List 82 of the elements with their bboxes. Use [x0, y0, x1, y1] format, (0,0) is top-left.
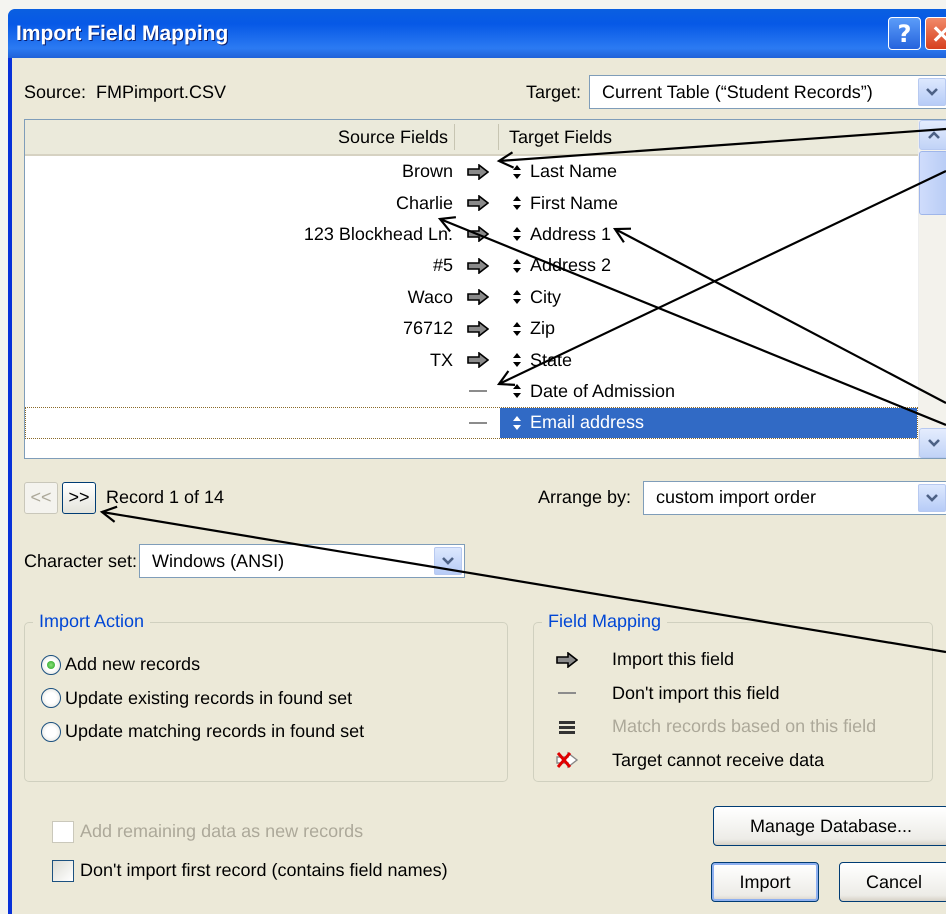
- group-title: Field Mapping: [542, 611, 668, 632]
- target-field: First Name: [530, 192, 618, 214]
- target-field: Address 1: [530, 224, 612, 245]
- close-icon: [932, 24, 946, 44]
- lines-icon: [559, 720, 575, 734]
- radio-button[interactable]: [41, 722, 61, 742]
- up-down-arrow-icon: [512, 164, 522, 179]
- dialog-button[interactable]: Manage Database...: [713, 806, 946, 846]
- up-down-arrow-icon: [512, 384, 522, 398]
- chevron-down-icon: [925, 492, 939, 502]
- help-button[interactable]: ?: [888, 17, 921, 50]
- record-counter: Record 1 of 14: [106, 487, 224, 508]
- up-down-arrow-icon: [512, 416, 522, 430]
- source-field: Charlie: [396, 192, 453, 213]
- dropdown[interactable]: Current Table (“Student Records”): [589, 75, 946, 109]
- legend-label: Target cannot receive data: [612, 750, 824, 771]
- chevron-down-icon: [441, 556, 456, 566]
- source-file: FMPimport.CSV: [96, 82, 226, 102]
- arrow-icon: [466, 258, 488, 274]
- arrange-by-label: Arrange by:: [538, 487, 631, 508]
- target-field: Zip: [530, 318, 556, 340]
- radio-button[interactable]: [41, 688, 61, 708]
- legend-label: Import this field: [612, 649, 734, 670]
- option-label[interactable]: Update matching records in found set: [65, 721, 364, 742]
- up-down-arrow-icon: [512, 227, 522, 242]
- arrow-icon: [466, 289, 488, 306]
- up-down-arrow-icon: [512, 258, 522, 273]
- option-label[interactable]: Add new records: [65, 654, 200, 676]
- target-field: City: [530, 286, 561, 308]
- up-down-arrow-icon: [512, 290, 522, 304]
- dialog-button[interactable]: Import: [711, 862, 819, 902]
- mapping-row[interactable]: 123 Blockhead Ln. Address 1: [25, 218, 918, 250]
- dropdown-button[interactable]: [434, 547, 462, 575]
- source-label: Source:: [24, 82, 86, 102]
- chevron-down-icon: [926, 438, 940, 448]
- crossed-arrow-icon: [555, 751, 579, 770]
- source-field: #5: [432, 255, 453, 276]
- mapping-row[interactable]: 76712 Zip: [25, 312, 918, 344]
- source-field: Brown: [402, 161, 453, 182]
- character-set-label: Character set:: [24, 550, 138, 572]
- radio-button[interactable]: [41, 654, 61, 675]
- dropdown[interactable]: custom import order: [643, 480, 946, 514]
- scrollbar-thumb[interactable]: [919, 151, 946, 215]
- arrow-icon: [466, 352, 488, 368]
- column-header[interactable]: Source Fields: [25, 124, 455, 150]
- window-title: Import Field Mapping: [16, 22, 230, 46]
- mapping-row[interactable]: Email address: [25, 407, 918, 439]
- arrow-icon: [466, 195, 488, 212]
- chevron-up-icon: [926, 130, 940, 140]
- chevron-down-icon: [925, 87, 939, 97]
- arrow-icon: [556, 652, 578, 668]
- up-down-arrow-icon: [512, 322, 522, 336]
- checkbox[interactable]: [52, 860, 74, 882]
- source-field: 76712: [402, 318, 453, 338]
- source-field: 123 Blockhead Ln.: [304, 224, 453, 244]
- mapping-row[interactable]: Date of Admission: [25, 376, 918, 408]
- target-field: Date of Admission: [530, 380, 676, 402]
- up-down-arrow-icon: [512, 353, 522, 368]
- scroll-down-button[interactable]: [919, 428, 946, 458]
- dropdown[interactable]: Windows (ANSI): [139, 544, 466, 578]
- arrow-icon: [466, 320, 488, 337]
- source-field: TX: [430, 350, 453, 370]
- column-header[interactable]: Target Fields: [499, 124, 612, 150]
- mapping-row[interactable]: Waco City: [25, 282, 918, 313]
- target-field: Email address: [530, 412, 644, 434]
- arrow-icon: [466, 226, 488, 242]
- option-label[interactable]: Update existing records in found set: [65, 688, 352, 709]
- next-button[interactable]: >>: [62, 482, 96, 514]
- source-field: Waco: [408, 286, 453, 307]
- up-down-arrow-icon: [512, 196, 522, 210]
- mapping-row[interactable]: Charlie First Name: [25, 187, 918, 219]
- mapping-row[interactable]: Brown Last Name: [25, 156, 918, 188]
- legend-label: Don't import this field: [612, 682, 780, 704]
- target-label: Target:: [526, 82, 581, 102]
- scroll-up-button[interactable]: [919, 120, 946, 150]
- dialog-button[interactable]: Cancel: [839, 862, 946, 902]
- legend-label: Match records based on this field: [612, 716, 876, 738]
- arrow-icon: [466, 164, 488, 180]
- target-field: Last Name: [530, 161, 618, 182]
- group-title: Import Action: [33, 611, 150, 632]
- scrollbar[interactable]: [918, 120, 946, 458]
- checkbox-label[interactable]: Don't import first record (contains field names): [80, 860, 448, 881]
